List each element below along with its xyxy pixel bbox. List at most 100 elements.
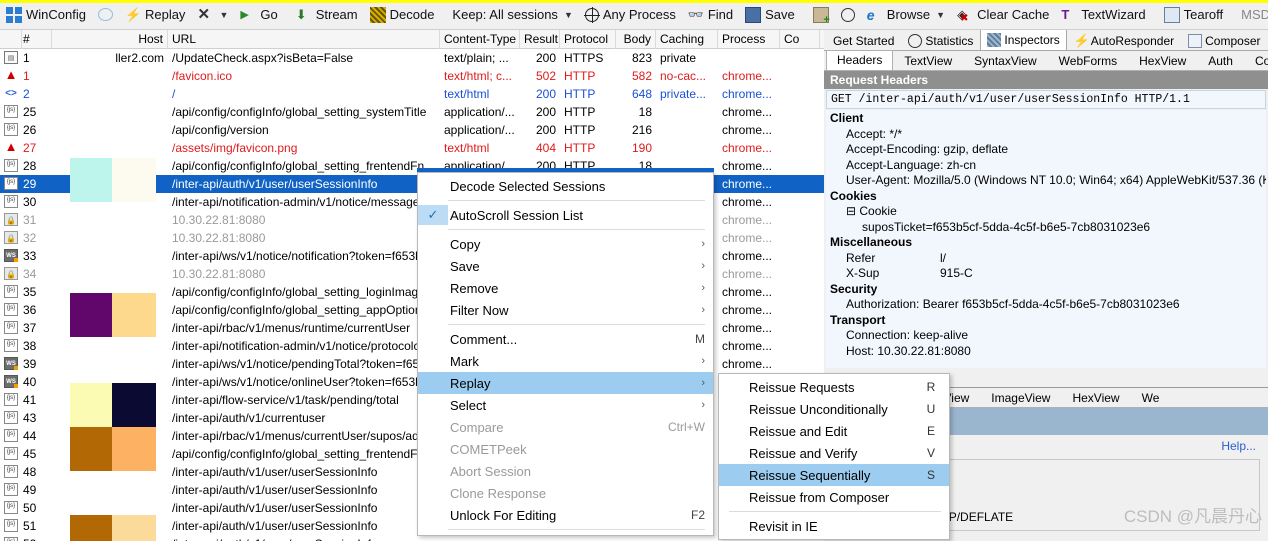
- menu-item[interactable]: Select ›: [418, 394, 713, 416]
- table-row[interactable]: ▤ 1 ller2.com/UpdateCheck.aspx?isBeta=Fals…: [0, 49, 824, 67]
- toolbar-keep-sessions-dropdown[interactable]: Keep: All sessions ▼: [446, 2, 578, 28]
- column-header-protocol[interactable]: Protocol: [560, 30, 616, 49]
- session-process: chrome...: [722, 231, 773, 245]
- column-header-content-type[interactable]: Content-Type: [440, 30, 520, 49]
- session-number: 31: [23, 213, 37, 227]
- tab-get-started[interactable]: Get Started: [826, 30, 902, 50]
- toolbar-replay-button[interactable]: ⚡ Replay: [119, 2, 191, 28]
- tab-composer[interactable]: Composer: [1181, 30, 1268, 50]
- toolbar-timer-button[interactable]: [835, 2, 861, 28]
- header-entry[interactable]: ⊟ Cookie: [830, 204, 1262, 220]
- toolbar-find-button[interactable]: 👓 Find: [682, 2, 739, 28]
- menu-item[interactable]: Filter Now ›: [418, 299, 713, 321]
- header-entry: Refer l/: [830, 251, 1262, 267]
- toolbar-tearoff-button[interactable]: Tearoff: [1158, 2, 1230, 28]
- menu-item[interactable]: Comment... M: [418, 328, 713, 350]
- session-body-size: 18: [638, 105, 652, 119]
- toolbar-comment-button[interactable]: [92, 2, 119, 28]
- column-header-result[interactable]: Result: [520, 30, 560, 49]
- session-url: /: [172, 87, 176, 101]
- menu-item[interactable]: ✓ AutoScroll Session List: [418, 204, 713, 226]
- clipboard-icon: [812, 6, 830, 26]
- menu-item-label: Clone Response: [450, 485, 547, 501]
- request-tab-syntaxview[interactable]: SyntaxView: [963, 51, 1047, 70]
- column-header-number[interactable]: #: [22, 30, 52, 49]
- request-tab-cookies[interactable]: Cookies: [1244, 51, 1268, 70]
- session-host: [52, 355, 168, 373]
- toolbar-winconfig-button[interactable]: WinConfig: [0, 2, 92, 28]
- tab-inspectors[interactable]: Inspectors: [980, 30, 1067, 50]
- menu-item[interactable]: Decode Selected Sessions: [418, 175, 713, 197]
- column-header-process[interactable]: Process: [718, 30, 780, 49]
- submenu-item[interactable]: Reissue and Verify V: [719, 442, 949, 464]
- submenu-item[interactable]: Revisit in IE: [719, 515, 949, 537]
- color-swatch: [70, 383, 112, 427]
- session-body-size: 216: [631, 123, 652, 137]
- menu-item[interactable]: Mark ›: [418, 350, 713, 372]
- table-row[interactable]: ▲ 27/assets/img/favicon.png text/html 404 HT…: [0, 139, 824, 157]
- session-content-type: text/html: [444, 141, 490, 155]
- session-url: /inter-api/rbac/v1/menus/currentUser/sup…: [172, 429, 439, 443]
- inspector-main-tabs[interactable]: Get Started Statistics Inspectors ⚡ AutoResp…: [824, 30, 1268, 51]
- request-subtabs[interactable]: Headers TextView SyntaxView WebForms HexView…: [824, 50, 1268, 71]
- tab-autoresponder[interactable]: ⚡ AutoResponder: [1066, 30, 1182, 50]
- table-row[interactable]: {js} 25/api/config/configInfo/global_sett…: [0, 103, 824, 121]
- toolbar-clipboard-button[interactable]: [807, 2, 835, 28]
- column-header-host[interactable]: Host: [52, 30, 168, 49]
- request-tab-webforms[interactable]: WebForms: [1048, 51, 1128, 70]
- session-number: 45: [23, 447, 37, 461]
- toolbar-clear-cache-button[interactable]: ◈ Clear Cache: [951, 2, 1055, 28]
- table-row[interactable]: {js} 26/api/config/version application/...…: [0, 121, 824, 139]
- request-tab-auth[interactable]: Auth: [1197, 51, 1244, 70]
- menu-item[interactable]: Copy ›: [418, 233, 713, 255]
- toolbar-stream-button[interactable]: ⬇ Stream: [290, 2, 364, 28]
- request-tab-headers[interactable]: Headers: [826, 50, 894, 70]
- session-type-icon: WS: [0, 355, 22, 373]
- toolbar-remove-button[interactable]: ✕ ▼: [191, 2, 234, 28]
- help-link[interactable]: Help...: [1221, 439, 1256, 453]
- submenu-item[interactable]: Reissue from Composer: [719, 486, 949, 508]
- submenu-item[interactable]: Reissue Sequentially S: [719, 464, 949, 486]
- table-row[interactable]: <> 2 / text/html 200 HTTP 648 private... chrome.…: [0, 85, 824, 103]
- session-number: 52: [22, 535, 52, 541]
- request-headers-tree[interactable]: Client Accept: */* Accept-Encoding: gzip, …: [826, 110, 1266, 368]
- tab-statistics[interactable]: Statistics: [901, 30, 981, 50]
- column-header-url[interactable]: URL: [168, 30, 440, 49]
- column-header-body[interactable]: Body: [616, 30, 656, 49]
- column-header-comments[interactable]: Co: [780, 30, 820, 49]
- header-value: 915-C: [940, 266, 973, 280]
- toolbar-any-process-button[interactable]: Any Process: [579, 2, 682, 28]
- toolbar-decode-button[interactable]: Decode: [364, 2, 441, 28]
- menu-item[interactable]: Replay ›: [418, 372, 713, 394]
- request-tab-hexview[interactable]: HexView: [1128, 51, 1197, 70]
- table-row[interactable]: ▲ 1/favicon.ico text/html; c... 502 HTTP 582 n…: [0, 67, 824, 85]
- session-result: 200: [535, 51, 556, 65]
- toolbar-save-button[interactable]: Save: [739, 2, 801, 28]
- response-tab-we[interactable]: We: [1131, 388, 1171, 407]
- session-number: 25: [23, 105, 37, 119]
- toolbar-browse-button[interactable]: e Browse ▼: [861, 2, 951, 28]
- response-tab-imageview[interactable]: ImageView: [980, 388, 1061, 407]
- column-header-caching[interactable]: Caching: [656, 30, 718, 49]
- session-type-icon: {js}: [0, 121, 22, 139]
- session-content-type: application/...: [444, 123, 515, 137]
- menu-item[interactable]: Remove ›: [418, 277, 713, 299]
- menu-item-accelerator: F2: [690, 508, 705, 522]
- submenu-item[interactable]: Reissue Requests R: [719, 376, 949, 398]
- toolbar-textwizard-button[interactable]: T TextWizard: [1055, 2, 1151, 28]
- toolbar-go-button[interactable]: ▶ Go: [234, 2, 283, 28]
- submenu-item[interactable]: Reissue and Edit E: [719, 420, 949, 442]
- request-tab-textview[interactable]: TextView: [893, 51, 963, 70]
- session-host: [52, 265, 168, 283]
- session-type-icon: WS: [0, 373, 22, 391]
- menu-item[interactable]: Save ›: [418, 255, 713, 277]
- msdn-search-input[interactable]: MSDN Search...: [1235, 7, 1268, 22]
- tab-label: AutoResponder: [1090, 33, 1175, 48]
- header-entry: X-Sup 915-C: [830, 266, 1262, 282]
- column-header-icon[interactable]: [0, 30, 22, 49]
- submenu-item[interactable]: Reissue Unconditionally U: [719, 398, 949, 420]
- menu-item[interactable]: Unlock For Editing F2: [418, 504, 713, 526]
- replay-submenu[interactable]: Reissue Requests R Reissue Unconditionally…: [718, 373, 950, 540]
- response-tab-hexview[interactable]: HexView: [1061, 388, 1130, 407]
- session-context-menu[interactable]: Decode Selected Sessions ✓ AutoScroll Sess…: [417, 168, 714, 536]
